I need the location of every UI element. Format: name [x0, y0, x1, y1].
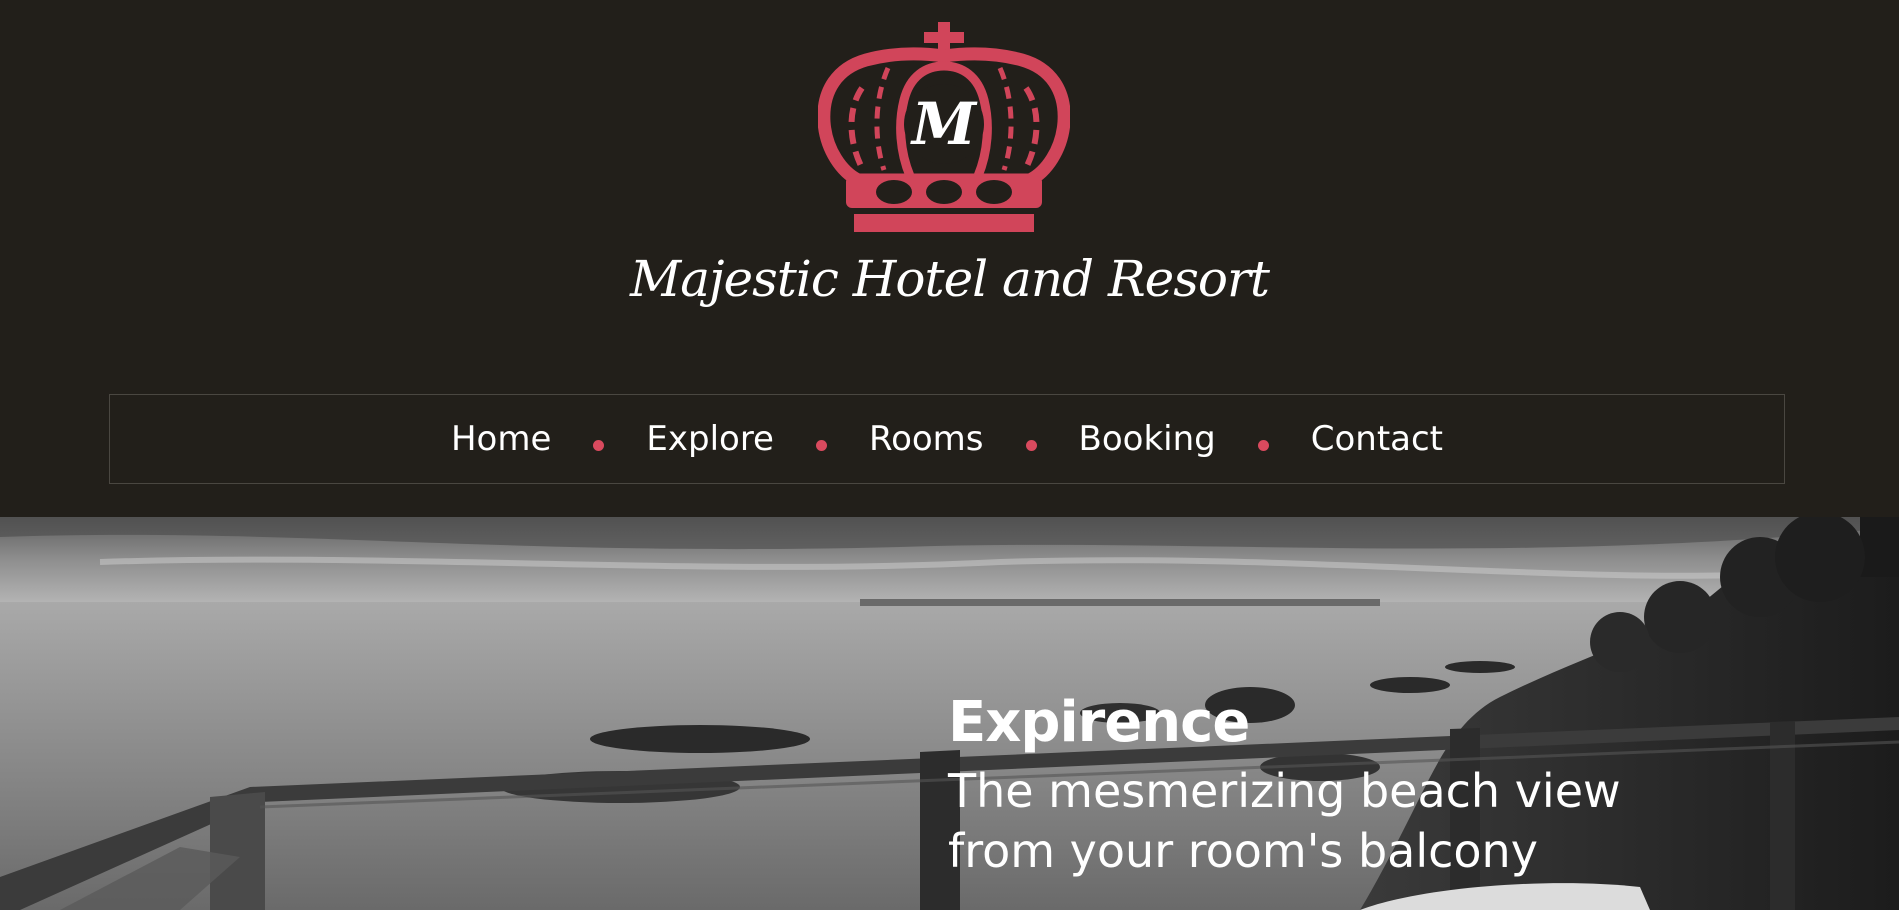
dot-icon	[1025, 439, 1037, 451]
nav-item-explore[interactable]: Explore	[642, 422, 778, 456]
site-header: M Majestic Hotel and Resort Home Explore…	[0, 0, 1899, 517]
brand-name[interactable]: Majestic Hotel and Resort	[0, 250, 1899, 308]
main-nav: Home Explore Rooms Booking Contact	[109, 394, 1785, 484]
nav-item-rooms[interactable]: Rooms	[865, 422, 988, 456]
nav-item-contact[interactable]: Contact	[1307, 422, 1447, 456]
nav-item-booking[interactable]: Booking	[1075, 422, 1220, 456]
crown-logo-icon[interactable]: M	[818, 20, 1070, 236]
dot-icon	[1257, 439, 1269, 451]
hero-caption: Expirence The mesmerizing beach view fro…	[948, 695, 1621, 884]
hero-title: Expirence	[948, 690, 1250, 755]
hero-subtitle-line2: from your room's balcony	[948, 824, 1538, 879]
hero-subtitle-line1: The mesmerizing beach view	[948, 764, 1621, 818]
hero-banner: Expirence The mesmerizing beach view fro…	[0, 517, 1899, 910]
dot-icon	[815, 439, 827, 451]
nav-item-home[interactable]: Home	[447, 422, 555, 456]
dot-icon	[593, 439, 605, 451]
logo-monogram: M	[910, 90, 978, 158]
